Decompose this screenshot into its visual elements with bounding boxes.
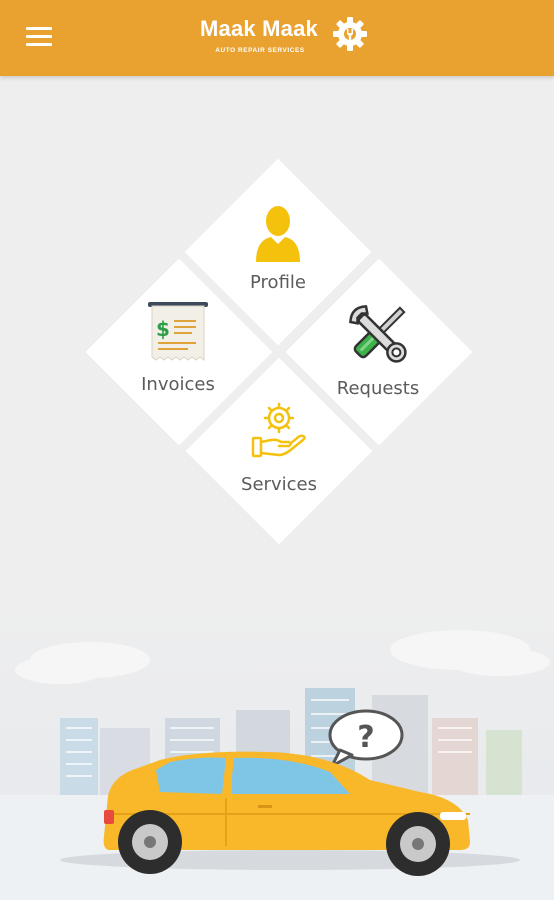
app-logo: Maak Maak AUTO REPAIR SERVICES [188,14,370,62]
gear-wrench-icon [333,17,367,51]
profile-label: Profile [250,272,306,293]
services-label: Services [241,474,317,495]
user-icon [256,206,300,262]
svg-text:?: ? [357,720,374,755]
profile-menu-item[interactable]: Profile [228,204,328,293]
invoices-label: Invoices [141,374,215,395]
hand-gear-icon [251,402,306,458]
car-city-illustration: ? [0,600,554,900]
requests-menu-item[interactable]: Requests [328,302,428,399]
svg-text:$: $ [156,317,170,341]
menu-button[interactable] [22,24,58,52]
requests-label: Requests [336,378,420,399]
services-menu-item[interactable]: Services [229,402,329,495]
app-bar: Maak Maak AUTO REPAIR SERVICES [0,0,554,76]
receipt-dollar-icon: $ [148,302,208,361]
invoices-menu-item[interactable]: $ Invoices [128,302,228,395]
app-subtitle: AUTO REPAIR SERVICES [215,47,305,54]
wrench-screwdriver-icon [349,305,407,363]
app-title: Maak Maak [200,16,318,41]
